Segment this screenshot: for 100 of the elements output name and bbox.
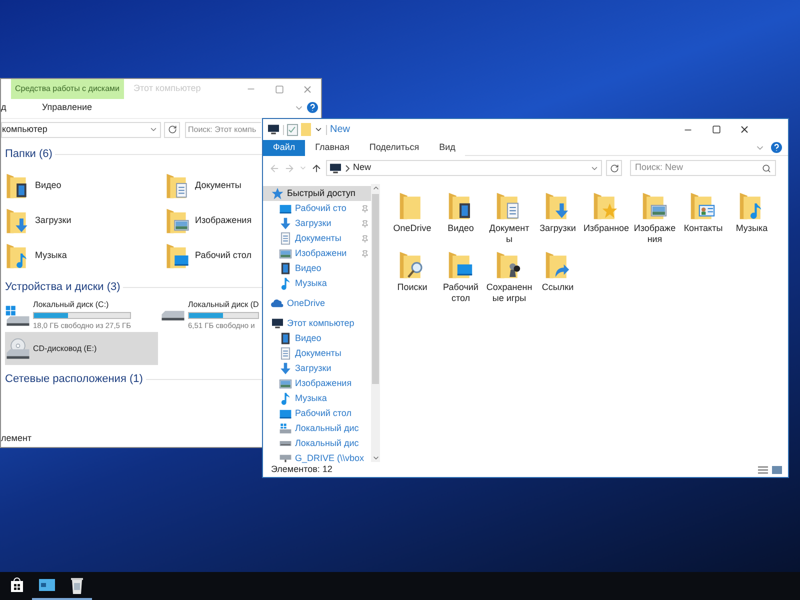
nav-item[interactable]: Этот компьютер xyxy=(263,316,371,331)
scrollbar[interactable] xyxy=(371,184,380,462)
folder-item[interactable]: Видео xyxy=(436,192,485,245)
folder-item[interactable]: Ссылки xyxy=(534,251,582,304)
down-arrow-icon xyxy=(279,362,292,375)
drive-label: Локальный диск (D xyxy=(188,299,259,312)
nav-item[interactable]: OneDrive xyxy=(263,296,371,311)
address-field[interactable]: компьютер xyxy=(1,122,161,138)
link-folder-icon xyxy=(544,251,572,279)
refresh-icon xyxy=(168,125,176,134)
nav-item[interactable]: Загрузки xyxy=(263,361,371,376)
search-field[interactable]: Поиск: New xyxy=(630,160,776,176)
drive-label: CD-дисковод (E:) xyxy=(33,342,97,354)
monitor-icon xyxy=(279,408,292,418)
help-icon[interactable] xyxy=(771,142,782,153)
up-button[interactable] xyxy=(311,162,322,174)
window-title: New xyxy=(330,123,350,137)
nav-item[interactable]: Изображения xyxy=(263,376,371,391)
nav-item[interactable]: Видео xyxy=(263,331,371,346)
large-icons-view-icon[interactable] xyxy=(772,466,782,474)
folder-item[interactable]: Избранное xyxy=(582,192,630,245)
group-heading[interactable]: Сетевые расположения (1) xyxy=(5,370,143,388)
close-icon xyxy=(738,124,750,135)
contact-folder-icon xyxy=(689,192,718,220)
caret-icon[interactable] xyxy=(314,125,323,134)
drive-icon xyxy=(279,422,292,435)
document-icon xyxy=(279,232,292,245)
status-text: Элементов: 12 xyxy=(271,463,332,476)
breadcrumb-chevron-icon xyxy=(345,164,350,172)
nav-item[interactable]: Музыка xyxy=(263,276,371,291)
folder-item[interactable]: Документы xyxy=(165,168,242,203)
nav-item[interactable]: Видео xyxy=(263,261,371,276)
window-icon xyxy=(39,578,55,592)
folder-item[interactable]: Музыка xyxy=(5,238,67,273)
group-heading[interactable]: Устройства и диски (3) xyxy=(5,278,120,296)
search-icon xyxy=(762,164,771,172)
scrollbar-thumb[interactable] xyxy=(372,194,379,384)
folder-item[interactable]: Сохраненные игры xyxy=(485,251,534,304)
picture-folder-icon xyxy=(165,208,191,234)
computer-icon[interactable] xyxy=(267,124,280,135)
nav-item[interactable]: Загрузки xyxy=(263,216,371,231)
nav-item[interactable]: Документы xyxy=(263,231,371,246)
film-icon xyxy=(279,262,292,275)
maximize-icon xyxy=(274,84,284,94)
drive-item[interactable]: CD-дисковод (E:) xyxy=(5,332,158,365)
maximize-icon xyxy=(712,125,720,134)
star-icon xyxy=(271,187,284,200)
checklist-icon[interactable] xyxy=(287,124,298,136)
music-note-icon xyxy=(279,392,292,405)
nav-item[interactable]: Музыка xyxy=(263,391,371,406)
computer-icon xyxy=(271,318,284,329)
folder-item[interactable]: Загрузки xyxy=(534,192,582,245)
folder-item[interactable]: Рабочий стол xyxy=(165,238,252,273)
folder-item[interactable]: Документы xyxy=(485,192,534,245)
nav-item[interactable]: Изображени xyxy=(263,246,371,261)
refresh-button[interactable] xyxy=(164,122,180,138)
scroll-down-icon xyxy=(372,454,380,462)
context-tab-label: Средства работы с дисками xyxy=(11,79,124,99)
monitor-folder-icon xyxy=(165,242,191,268)
status-text: лемент xyxy=(1,432,32,446)
folder-item[interactable]: OneDrive xyxy=(388,192,436,245)
nav-item[interactable]: G_DRIVE (\\vbox xyxy=(263,451,371,466)
ribbon-tab[interactable]: Файл xyxy=(263,140,306,156)
group-heading[interactable]: Папки (6) xyxy=(5,146,52,162)
folder-item[interactable]: Загрузки xyxy=(5,203,72,238)
monitor-folder-icon xyxy=(446,251,475,279)
picture-icon xyxy=(279,248,292,258)
monitor-icon xyxy=(279,204,292,214)
music-note-icon xyxy=(279,277,292,290)
drive-icon xyxy=(279,440,292,447)
help-icon[interactable] xyxy=(307,102,318,113)
dropdown-icon xyxy=(149,125,158,134)
refresh-icon xyxy=(610,164,618,172)
drive-icon xyxy=(160,310,186,322)
address-field[interactable]: New xyxy=(326,160,602,176)
scroll-up-icon xyxy=(372,184,380,192)
nav-item[interactable]: Локальный дис xyxy=(263,421,371,436)
folder-item[interactable]: Музыка xyxy=(728,192,776,245)
refresh-button[interactable] xyxy=(606,160,622,176)
network-drive-icon xyxy=(279,454,292,463)
recycle-bin-icon xyxy=(70,576,84,594)
folder-item[interactable]: Видео xyxy=(5,168,62,203)
search-field[interactable]: Поиск: Этот компь xyxy=(185,122,261,138)
nav-item[interactable]: Рабочий стол xyxy=(263,406,371,421)
folder-item[interactable]: Поиски xyxy=(388,251,436,304)
nav-item[interactable]: Быстрый доступ xyxy=(263,186,371,201)
folder-item[interactable]: Изображения xyxy=(630,192,679,245)
folder-item[interactable]: Изображения xyxy=(165,203,252,238)
nav-item[interactable]: Локальный дис xyxy=(263,436,371,451)
nav-item[interactable]: Рабочий сто xyxy=(263,201,371,216)
film-icon xyxy=(279,332,292,345)
folder-item[interactable]: Контакты xyxy=(679,192,728,245)
computer-icon xyxy=(329,162,342,174)
close-icon xyxy=(302,84,312,94)
nav-item[interactable]: Документы xyxy=(263,346,371,361)
folder-item[interactable]: Рабочий стол xyxy=(436,251,485,304)
cloud-icon xyxy=(271,299,284,308)
picture-icon xyxy=(279,378,292,388)
cd-drive-icon xyxy=(5,338,31,360)
details-view-icon[interactable] xyxy=(758,466,768,474)
